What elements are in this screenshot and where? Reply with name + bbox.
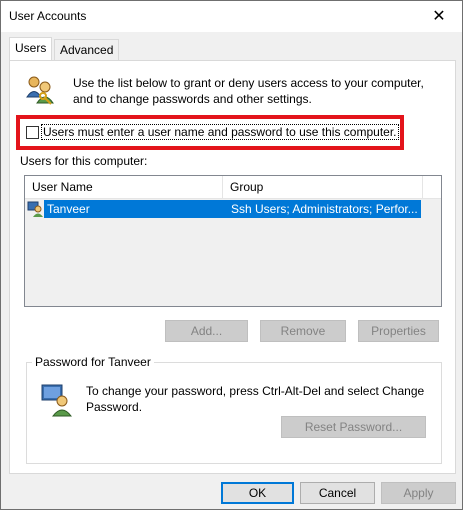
users-tab-panel: Use the list below to grant or deny user… [9, 60, 456, 474]
users-listview[interactable]: User Name Group Tanveer Ssh Users; Admin… [24, 175, 442, 307]
row-group: Ssh Users; Administrators; Perfor... [231, 202, 418, 216]
cancel-button[interactable]: Cancel [300, 482, 375, 504]
password-group-label: Password for Tanveer [32, 355, 154, 369]
require-password-checkbox[interactable] [26, 126, 39, 139]
window-title: User Accounts [9, 9, 87, 23]
user-password-icon [40, 383, 74, 420]
column-user-name[interactable]: User Name [25, 176, 223, 198]
properties-button[interactable]: Properties [358, 320, 439, 342]
close-icon[interactable]: ✕ [416, 1, 462, 32]
list-header: User Name Group [25, 176, 441, 199]
apply-button[interactable]: Apply [381, 482, 456, 504]
password-instructions: To change your password, press Ctrl-Alt-… [86, 384, 425, 414]
title-bar[interactable]: User Accounts ✕ [1, 1, 462, 32]
table-row[interactable]: Tanveer Ssh Users; Administrators; Perfo… [25, 200, 441, 218]
column-group[interactable]: Group [223, 176, 423, 198]
intro-text: Use the list below to grant or deny user… [73, 76, 424, 106]
add-button[interactable]: Add... [165, 320, 248, 342]
tab-users[interactable]: Users [9, 37, 53, 61]
users-section-label: Users for this computer: [20, 154, 148, 168]
row-user-name: Tanveer [47, 202, 90, 216]
require-password-label[interactable]: Users must enter a user name and passwor… [41, 124, 399, 140]
tab-advanced[interactable]: Advanced [54, 39, 120, 60]
ok-button[interactable]: OK [221, 482, 294, 504]
user-row-icon [27, 200, 44, 220]
users-icon [24, 73, 58, 110]
user-accounts-window: User Accounts ✕ Users Advanced Use the l… [0, 0, 463, 510]
remove-button[interactable]: Remove [260, 320, 346, 342]
reset-password-button[interactable]: Reset Password... [281, 416, 426, 438]
